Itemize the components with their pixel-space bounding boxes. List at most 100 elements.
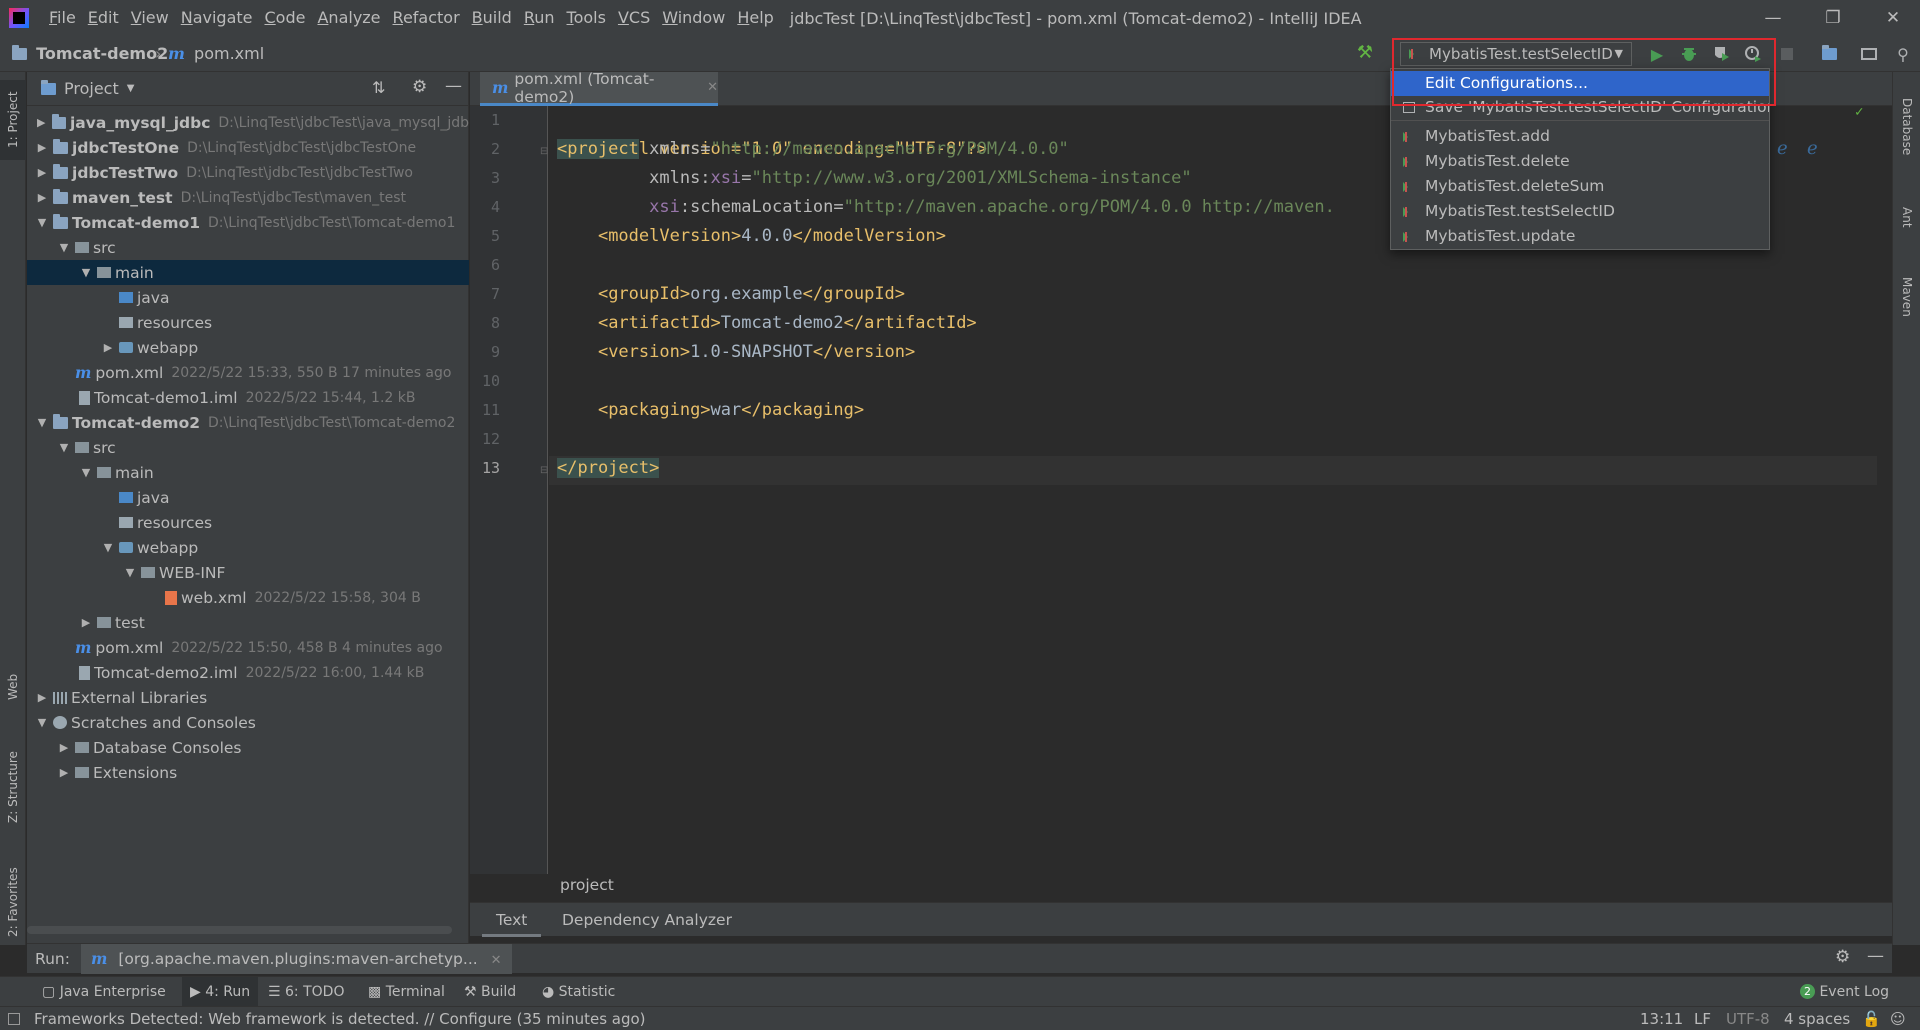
- tree-folder[interactable]: ▼ src: [27, 435, 469, 460]
- menu-run[interactable]: Run: [518, 0, 561, 36]
- menu-vcs[interactable]: VCS: [612, 0, 656, 36]
- toggle-tool-windows-icon[interactable]: [8, 1013, 20, 1025]
- tool-java-enterprise[interactable]: ▢ Java Enterprise: [42, 977, 166, 1007]
- build-hammer-icon[interactable]: ⚒: [1354, 42, 1376, 63]
- run-configuration-combo[interactable]: MybatisTest.testSelectID ▼: [1400, 42, 1632, 66]
- breadcrumb-file[interactable]: m pom.xml: [168, 36, 264, 72]
- menu-code[interactable]: Code: [259, 0, 312, 36]
- chevron-right-icon[interactable]: ▶: [101, 341, 115, 354]
- favorites-tool-tab[interactable]: 2: Favorites: [0, 862, 26, 942]
- chevron-right-icon[interactable]: ▶: [79, 616, 93, 629]
- chevron-down-icon[interactable]: ▼: [79, 466, 93, 479]
- collapse-all-icon[interactable]: ⇅: [372, 78, 385, 97]
- tree-module[interactable]: ▶ maven_test D:\LinqTest\jdbcTest\maven_…: [27, 185, 469, 210]
- hide-panel-icon[interactable]: —: [445, 76, 462, 96]
- tree-folder[interactable]: ▶ test: [27, 610, 469, 635]
- chevron-right-icon[interactable]: ▶: [35, 191, 49, 204]
- fold-marker-icon[interactable]: ⊟: [540, 146, 548, 157]
- chevron-down-icon[interactable]: ▼: [57, 441, 71, 454]
- tree-file[interactable]: web.xml 2022/5/22 15:58, 304 B: [27, 585, 469, 610]
- tree-folder[interactable]: ▶ Database Consoles: [27, 735, 469, 760]
- run-icon[interactable]: ▶: [1646, 44, 1668, 64]
- menu-file[interactable]: File: [43, 0, 82, 36]
- maven-tool-tab[interactable]: Maven: [1893, 257, 1920, 337]
- debug-bug-icon[interactable]: [1678, 44, 1700, 64]
- menu-build[interactable]: Build: [466, 0, 518, 36]
- event-log[interactable]: 2 Event Log: [1800, 977, 1889, 1007]
- close-icon[interactable]: ✕: [1870, 0, 1916, 36]
- config-item[interactable]: MybatisTest.testSelectID: [1391, 199, 1769, 224]
- tree-folder[interactable]: ▼ webapp: [27, 535, 469, 560]
- tree-file[interactable]: Tomcat-demo2.iml 2022/5/22 16:00, 1.44 k…: [27, 660, 469, 685]
- gear-icon[interactable]: ⚙: [412, 77, 427, 97]
- ant-tool-tab[interactable]: Ant: [1893, 187, 1920, 247]
- menu-analyze[interactable]: Analyze: [311, 0, 386, 36]
- chevron-down-icon[interactable]: ▼: [35, 716, 49, 729]
- tree-folder[interactable]: ▶ webapp: [27, 335, 469, 360]
- tree-folder[interactable]: java: [27, 285, 469, 310]
- restore-icon[interactable]: ❐: [1810, 0, 1856, 36]
- chevron-down-icon[interactable]: ▼: [35, 216, 49, 229]
- tool-todo[interactable]: ☰ 6: TODO: [268, 977, 344, 1007]
- tree-module[interactable]: ▶ java_mysql_jdbc D:\LinqTest\jdbcTest\j…: [27, 110, 469, 135]
- gear-icon[interactable]: ⚙: [1835, 947, 1850, 967]
- chevron-right-icon[interactable]: ▶: [35, 141, 49, 154]
- tool-terminal[interactable]: ▩ Terminal: [368, 977, 445, 1007]
- chevron-right-icon[interactable]: ▶: [35, 116, 48, 129]
- browser-edge-icon[interactable]: ℯ: [1807, 138, 1818, 159]
- chevron-down-icon[interactable]: ▼: [57, 241, 71, 254]
- tab-dependency-analyzer[interactable]: Dependency Analyzer: [548, 903, 746, 937]
- tool-statistic[interactable]: ◕ Statistic: [542, 977, 615, 1007]
- tree-folder[interactable]: java: [27, 485, 469, 510]
- chevron-down-icon[interactable]: ▼: [35, 416, 49, 429]
- tree-folder[interactable]: ▶ Extensions: [27, 760, 469, 785]
- stop-icon[interactable]: [1776, 44, 1798, 64]
- close-tab-icon[interactable]: ✕: [491, 953, 502, 968]
- profiler-icon[interactable]: [1742, 44, 1764, 64]
- run-with-coverage-icon[interactable]: [1710, 44, 1732, 64]
- inspection-ok-icon[interactable]: ✓: [1855, 106, 1863, 120]
- chevron-down-icon[interactable]: ▼: [101, 541, 115, 554]
- inspector-icon[interactable]: ☺: [1890, 1007, 1906, 1030]
- caret-position[interactable]: 13:11: [1640, 1007, 1683, 1030]
- menu-window[interactable]: Window: [656, 0, 731, 36]
- tree-file[interactable]: m pom.xml 2022/5/22 15:33, 550 B 17 minu…: [27, 360, 469, 385]
- menu-edit[interactable]: Edit: [82, 0, 125, 36]
- tree-folder[interactable]: resources: [27, 310, 469, 335]
- project-panel-title[interactable]: Project: [64, 79, 119, 98]
- close-tab-icon[interactable]: ✕: [707, 80, 718, 95]
- tree-scratches[interactable]: ▼ Scratches and Consoles: [27, 710, 469, 735]
- database-tool-tab[interactable]: Database: [1893, 82, 1920, 172]
- tree-folder[interactable]: ▼ src: [27, 235, 469, 260]
- tree-folder[interactable]: resources: [27, 510, 469, 535]
- tree-file[interactable]: Tomcat-demo1.iml 2022/5/22 15:44, 1.2 kB: [27, 385, 469, 410]
- config-item[interactable]: MybatisTest.update: [1391, 224, 1769, 249]
- edit-configurations-item[interactable]: Edit Configurations...: [1391, 71, 1769, 96]
- tree-module[interactable]: ▶ jdbcTestTwo D:\LinqTest\jdbcTest\jdbcT…: [27, 160, 469, 185]
- tree-folder-selected[interactable]: ▼ main: [27, 260, 469, 285]
- config-item[interactable]: MybatisTest.delete: [1391, 149, 1769, 174]
- indent-setting[interactable]: 4 spaces: [1784, 1007, 1850, 1030]
- tool-build[interactable]: ⚒ Build: [464, 977, 516, 1007]
- chevron-right-icon[interactable]: ▶: [35, 691, 49, 704]
- project-structure-icon[interactable]: [1818, 44, 1840, 64]
- xml-breadcrumb[interactable]: project: [560, 876, 614, 894]
- menu-view[interactable]: View: [125, 0, 175, 36]
- project-tool-tab[interactable]: 1: Project: [0, 80, 26, 160]
- tool-run[interactable]: ▶ 4: Run: [182, 977, 259, 1007]
- menu-refactor[interactable]: Refactor: [387, 0, 466, 36]
- chevron-right-icon[interactable]: ▶: [57, 766, 71, 779]
- breadcrumb-project[interactable]: Tomcat-demo2: [12, 36, 168, 72]
- search-icon[interactable]: ⚲: [1892, 44, 1914, 64]
- fold-marker-icon[interactable]: ⊟: [540, 465, 548, 476]
- minimize-icon[interactable]: —: [1750, 0, 1796, 36]
- run-tab[interactable]: m [org.apache.maven.plugins:maven-archet…: [81, 944, 512, 974]
- chevron-down-icon[interactable]: ▼: [127, 83, 135, 94]
- save-configuration-item[interactable]: Save 'MybatisTest.testSelectID' Configur…: [1391, 95, 1769, 120]
- status-message[interactable]: Frameworks Detected: Web framework is de…: [34, 1007, 646, 1030]
- tree-external-libraries[interactable]: ▶ External Libraries: [27, 685, 469, 710]
- tree-folder[interactable]: ▼ WEB-INF: [27, 560, 469, 585]
- tree-file[interactable]: m pom.xml 2022/5/22 15:50, 458 B 4 minut…: [27, 635, 469, 660]
- chevron-right-icon[interactable]: ▶: [35, 166, 49, 179]
- hide-panel-icon[interactable]: —: [1867, 946, 1884, 966]
